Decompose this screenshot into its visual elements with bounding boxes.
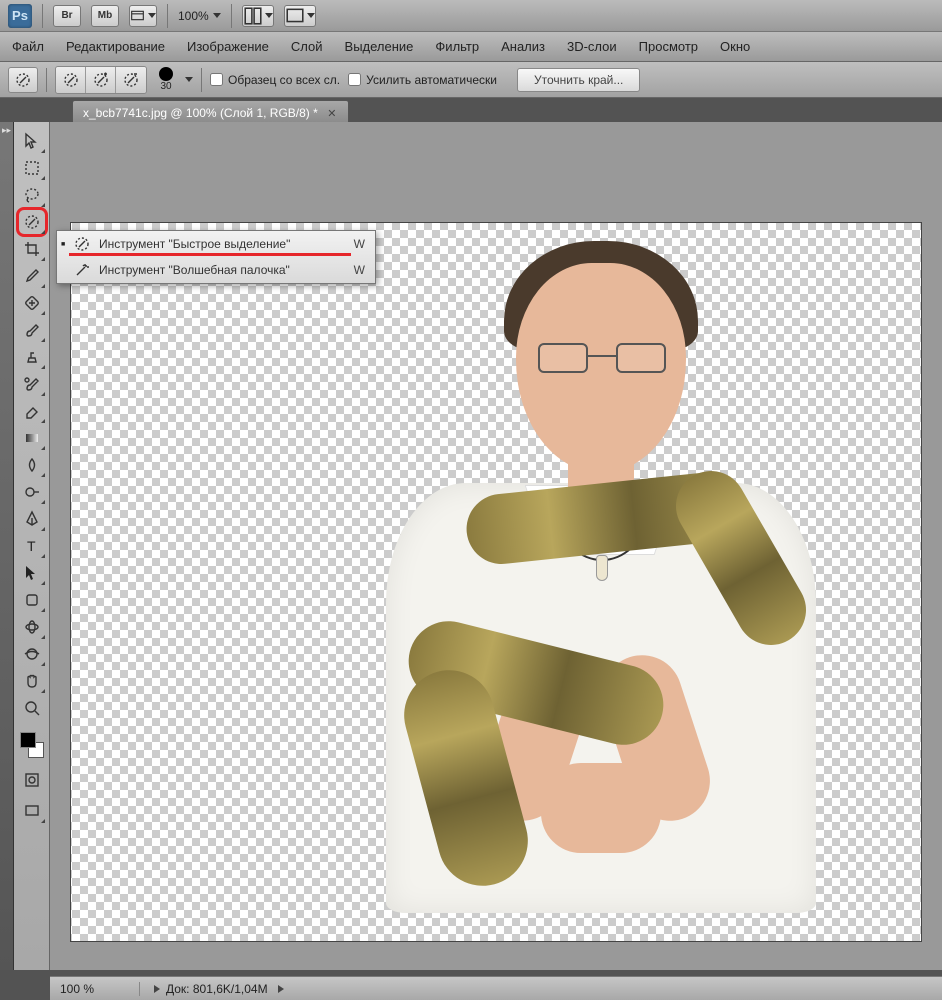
auto-enhance-checkbox[interactable]: Усилить автоматически [348, 73, 497, 87]
status-doc-info[interactable]: Док: 801,6K/1,04M [140, 982, 284, 996]
path-selection-tool[interactable] [18, 560, 46, 586]
separator [42, 4, 43, 28]
lasso-tool[interactable] [18, 182, 46, 208]
pen-tool[interactable] [18, 506, 46, 532]
chevron-down-icon [213, 13, 221, 18]
gradient-tool[interactable] [18, 425, 46, 451]
separator [231, 4, 232, 28]
subtract-from-selection-button[interactable] [116, 67, 146, 93]
dodge-tool[interactable] [18, 479, 46, 505]
screen-mode-button[interactable] [284, 5, 316, 27]
menu-edit[interactable]: Редактирование [66, 39, 165, 54]
history-brush-tool[interactable] [18, 371, 46, 397]
flyout-item-label: Инструмент "Волшебная палочка" [99, 263, 332, 277]
zoom-level-value: 100% [178, 9, 209, 23]
eraser-tool[interactable] [18, 398, 46, 424]
separator [167, 4, 168, 28]
brush-tool[interactable] [18, 317, 46, 343]
zoom-level-dropdown[interactable]: 100% [178, 9, 221, 23]
3d-orbit-tool[interactable] [18, 641, 46, 667]
flyout-item-quick-selection[interactable]: Инструмент "Быстрое выделение" W [57, 231, 375, 257]
type-tool[interactable]: T [18, 533, 46, 559]
color-swatches[interactable] [18, 730, 46, 760]
menu-window[interactable]: Окно [720, 39, 750, 54]
document-tab-title: x_bcb7741c.jpg @ 100% (Слой 1, RGB/8) * [83, 106, 318, 120]
disclosure-icon[interactable] [278, 985, 284, 993]
tools-panel: T [14, 122, 50, 970]
flyout-item-shortcut: W [354, 263, 365, 277]
menu-filter[interactable]: Фильтр [435, 39, 479, 54]
magic-wand-icon [73, 261, 91, 279]
quick-mask-toggle[interactable] [18, 767, 46, 793]
move-tool[interactable] [18, 128, 46, 154]
svg-text:T: T [27, 538, 36, 554]
chevron-down-icon [148, 13, 156, 18]
brush-size-value: 30 [160, 81, 171, 92]
separator [46, 68, 47, 92]
menu-image[interactable]: Изображение [187, 39, 269, 54]
healing-brush-tool[interactable] [18, 290, 46, 316]
flyout-item-label: Инструмент "Быстрое выделение" [99, 237, 332, 251]
shape-tool[interactable] [18, 587, 46, 613]
separator [201, 68, 202, 92]
disclosure-icon [154, 985, 160, 993]
menu-file[interactable]: Файл [12, 39, 44, 54]
3d-rotate-tool[interactable] [18, 614, 46, 640]
document-tab[interactable]: x_bcb7741c.jpg @ 100% (Слой 1, RGB/8) * … [72, 100, 349, 122]
close-icon[interactable]: ✕ [326, 107, 338, 119]
auto-enhance-label: Усилить автоматически [366, 73, 497, 87]
bridge-button[interactable]: Br [53, 5, 81, 27]
panel-collapse-strip[interactable]: ▸▸ [0, 122, 14, 970]
refine-edge-button[interactable]: Уточнить край... [517, 68, 640, 92]
foreground-color-swatch[interactable] [20, 732, 36, 748]
selection-mode-group [55, 66, 147, 94]
sample-all-layers-input[interactable] [210, 73, 223, 86]
chevron-down-icon[interactable] [185, 77, 193, 82]
document-tabstrip: x_bcb7741c.jpg @ 100% (Слой 1, RGB/8) * … [0, 98, 942, 122]
quick-selection-tool[interactable] [18, 209, 46, 235]
view-extras-button[interactable] [129, 5, 157, 27]
add-to-selection-button[interactable] [86, 67, 116, 93]
brush-preset-picker[interactable]: 30 [159, 67, 173, 92]
screen-mode-toggle[interactable] [18, 798, 46, 824]
tool-flyout-menu: Инструмент "Быстрое выделение" W Инструм… [56, 230, 376, 284]
blur-tool[interactable] [18, 452, 46, 478]
status-zoom-field[interactable]: 100 % [50, 982, 140, 996]
brush-preview-icon [159, 67, 173, 81]
menu-view[interactable]: Просмотр [639, 39, 698, 54]
status-bar: 100 % Док: 801,6K/1,04M [50, 976, 942, 1000]
zoom-tool[interactable] [18, 695, 46, 721]
flyout-item-shortcut: W [354, 237, 365, 251]
clone-stamp-tool[interactable] [18, 344, 46, 370]
sample-all-layers-label: Образец со всех сл. [228, 73, 340, 87]
menu-layer[interactable]: Слой [291, 39, 323, 54]
status-doc-text: Док: 801,6K/1,04M [166, 982, 268, 996]
flyout-item-magic-wand[interactable]: Инструмент "Волшебная палочка" W [57, 257, 375, 283]
document-canvas[interactable] [70, 222, 922, 942]
image-content [316, 223, 876, 963]
expand-arrows-icon: ▸▸ [0, 122, 13, 136]
new-selection-button[interactable] [56, 67, 86, 93]
annotation-underline [69, 253, 351, 256]
tool-preset-picker[interactable] [8, 67, 38, 93]
options-bar: 30 Образец со всех сл. Усилить автоматич… [0, 62, 942, 98]
app-titlebar: Ps Br Mb 100% [0, 0, 942, 32]
marquee-tool[interactable] [18, 155, 46, 181]
crop-tool[interactable] [18, 236, 46, 262]
minibridge-button[interactable]: Mb [91, 5, 119, 27]
menu-select[interactable]: Выделение [345, 39, 414, 54]
auto-enhance-input[interactable] [348, 73, 361, 86]
eyedropper-tool[interactable] [18, 263, 46, 289]
hand-tool[interactable] [18, 668, 46, 694]
quick-selection-icon [73, 235, 91, 253]
chevron-down-icon [307, 13, 315, 18]
menu-3d[interactable]: 3D-слои [567, 39, 617, 54]
arrange-documents-button[interactable] [242, 5, 274, 27]
menu-analysis[interactable]: Анализ [501, 39, 545, 54]
workspace: ▸▸ T [0, 122, 942, 970]
chevron-down-icon [265, 13, 273, 18]
sample-all-layers-checkbox[interactable]: Образец со всех сл. [210, 73, 340, 87]
menu-bar: Файл Редактирование Изображение Слой Выд… [0, 32, 942, 62]
ps-logo-icon: Ps [8, 4, 32, 28]
